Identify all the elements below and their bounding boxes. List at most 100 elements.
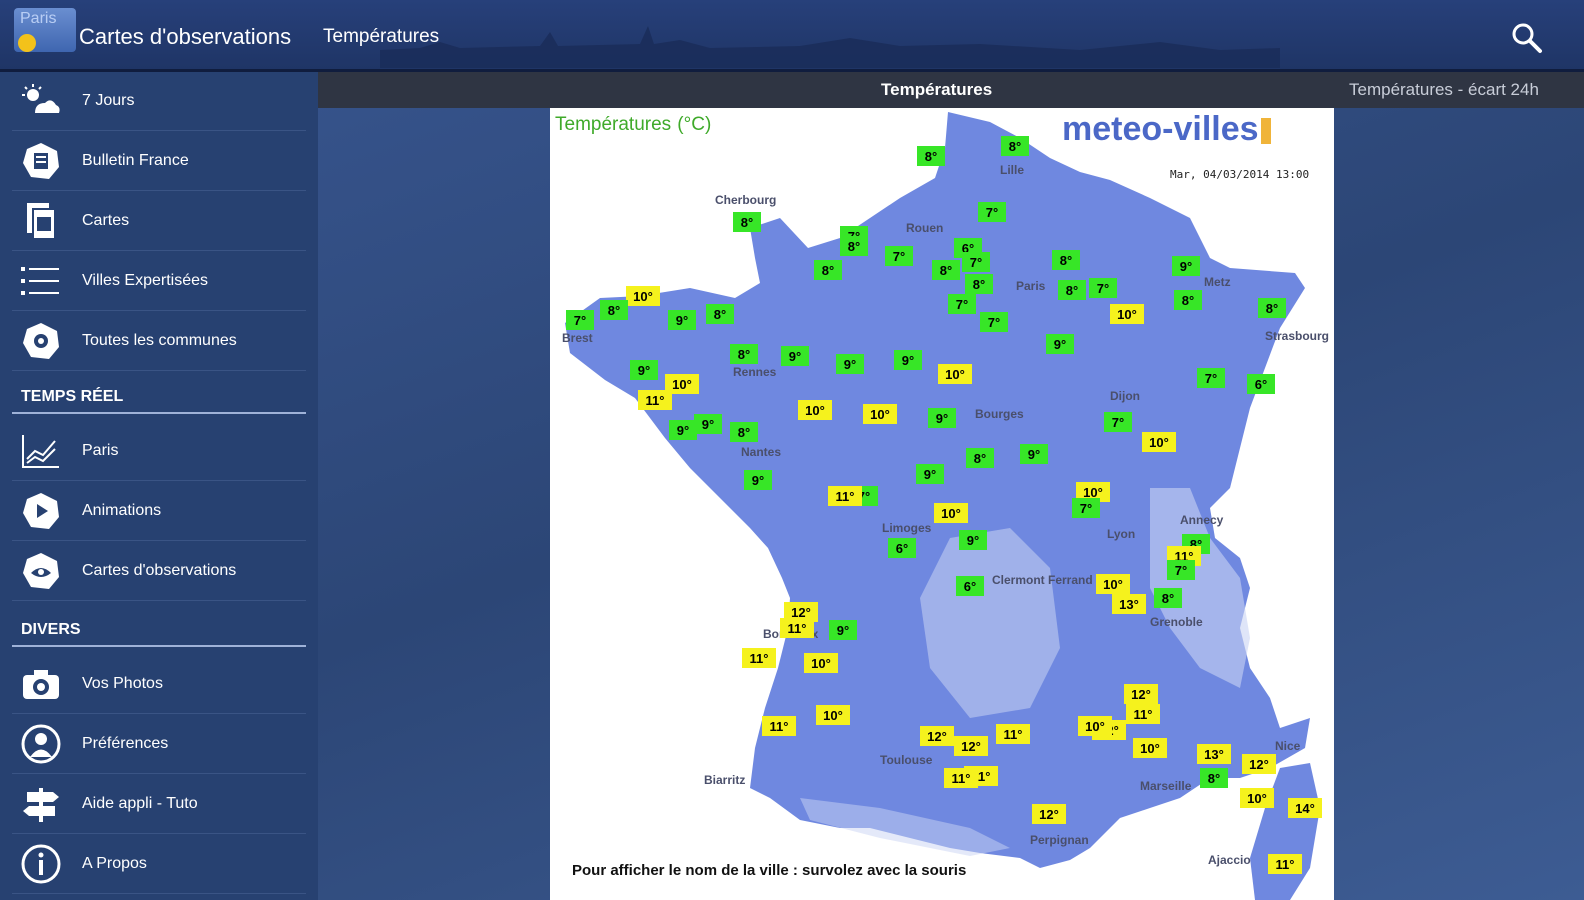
temperature-marker[interactable]: 8° (814, 260, 842, 280)
temperature-marker[interactable]: 9° (928, 408, 956, 428)
temperature-marker[interactable]: 11° (828, 486, 862, 506)
temperature-marker[interactable]: 9° (781, 346, 809, 366)
temperature-marker[interactable]: 10° (1078, 716, 1112, 736)
temperature-marker[interactable]: 8° (706, 304, 734, 324)
temperature-marker[interactable]: 8° (1052, 250, 1080, 270)
temperature-marker[interactable]: 9° (829, 620, 857, 640)
temperature-marker[interactable]: 7° (978, 202, 1006, 222)
city-label: Strasbourg (1265, 329, 1329, 343)
temperature-marker[interactable]: 8° (730, 422, 758, 442)
temperature-value: 11° (1134, 707, 1153, 722)
temperature-marker[interactable]: 13° (1112, 594, 1146, 614)
tab-temperatures[interactable]: Températures (881, 80, 992, 100)
temperature-marker[interactable]: 11° (742, 648, 776, 668)
temperature-marker[interactable]: 6° (956, 576, 984, 596)
tab-temperatures-ecart-24h[interactable]: Températures - écart 24h (1349, 80, 1539, 100)
menu-item-bulletin-france[interactable]: Bulletin France (12, 132, 306, 191)
temperature-marker[interactable]: 9° (916, 464, 944, 484)
temperature-marker[interactable]: 7° (885, 246, 913, 266)
temperature-marker[interactable]: 7° (980, 312, 1008, 332)
temperature-marker[interactable]: 8° (600, 300, 628, 320)
temperature-marker[interactable]: 8° (730, 344, 758, 364)
temperature-marker[interactable]: 10° (665, 374, 699, 394)
temperature-marker[interactable]: 7° (1089, 278, 1117, 298)
temperature-marker[interactable]: 8° (1001, 136, 1029, 156)
menu-item-toutes-les-communes[interactable]: Toutes les communes (12, 312, 306, 371)
temperature-marker[interactable]: 7° (1104, 412, 1132, 432)
menu-item-paris[interactable]: Paris (12, 422, 306, 481)
temperature-map[interactable]: Lille Cherbourg Rouen Paris Metz Strasbourg Br… (550, 108, 1334, 900)
header-tab-temperatures[interactable]: Températures (323, 26, 439, 48)
temperature-marker[interactable]: 8° (840, 236, 868, 256)
temperature-marker[interactable]: 10° (798, 400, 832, 420)
temperature-marker[interactable]: 10° (1240, 788, 1274, 808)
temperature-marker[interactable]: 9° (1046, 334, 1074, 354)
temperature-marker[interactable]: 7° (1167, 560, 1195, 580)
temperature-marker[interactable]: 8° (1200, 768, 1228, 788)
temperature-marker[interactable]: 10° (626, 286, 660, 306)
temperature-marker[interactable]: 10° (804, 653, 838, 673)
temperature-marker[interactable]: 11° (1268, 854, 1302, 874)
temperature-marker[interactable]: 10° (934, 503, 968, 523)
observations-icon (12, 549, 70, 593)
temperature-marker[interactable]: 10° (816, 705, 850, 725)
temperature-marker[interactable]: 8° (1174, 290, 1202, 310)
temperature-marker[interactable]: 9° (669, 420, 697, 440)
temperature-marker[interactable]: 7° (566, 310, 594, 330)
temperature-marker[interactable]: 8° (966, 448, 994, 468)
temperature-marker[interactable]: 12° (1032, 804, 1066, 824)
temperature-marker[interactable]: 11° (1126, 704, 1160, 724)
temperature-marker[interactable]: 10° (1096, 574, 1130, 594)
temperature-marker[interactable]: 9° (959, 530, 987, 550)
temperature-marker[interactable]: 11° (944, 768, 978, 788)
menu-item-vos-photos[interactable]: Vos Photos (12, 655, 306, 714)
temperature-marker[interactable]: 9° (1020, 444, 1048, 464)
temperature-marker[interactable]: 11° (762, 716, 796, 736)
temperature-marker[interactable]: 8° (965, 274, 993, 294)
temperature-marker[interactable]: 9° (694, 414, 722, 434)
temperature-marker[interactable]: 9° (1172, 256, 1200, 276)
temperature-marker[interactable]: 9° (630, 360, 658, 380)
temperature-marker[interactable]: 8° (917, 146, 945, 166)
temperature-marker[interactable]: 12° (954, 736, 988, 756)
temperature-marker[interactable]: 8° (1258, 298, 1286, 318)
menu-item-cartes-observations[interactable]: Cartes d'observations (12, 542, 306, 601)
temperature-marker[interactable]: 8° (932, 260, 960, 280)
temperature-marker[interactable]: 10° (1142, 432, 1176, 452)
temperature-marker[interactable]: 8° (1058, 280, 1086, 300)
temperature-marker[interactable]: 8° (733, 212, 761, 232)
temperature-marker[interactable]: 9° (744, 470, 772, 490)
temperature-marker[interactable]: 7° (1197, 368, 1225, 388)
menu-item-a-propos[interactable]: A Propos (12, 835, 306, 894)
menu-item-animations[interactable]: Animations (12, 482, 306, 541)
temperature-value: 9° (936, 411, 948, 426)
temperature-marker[interactable]: 11° (996, 724, 1030, 744)
search-icon[interactable] (1508, 20, 1548, 56)
menu-item-7-jours[interactable]: 7 Jours (12, 72, 306, 131)
temperature-marker[interactable]: 12° (1242, 754, 1276, 774)
temperature-marker[interactable]: 10° (938, 364, 972, 384)
temperature-marker[interactable]: 9° (836, 354, 864, 374)
temperature-marker[interactable]: 7° (1072, 498, 1100, 518)
temperature-marker[interactable]: 12° (920, 726, 954, 746)
temperature-marker[interactable]: 6° (1247, 374, 1275, 394)
temperature-marker[interactable]: 10° (1133, 738, 1167, 758)
app-logo[interactable]: Paris (14, 8, 76, 52)
temperature-marker[interactable]: 14° (1288, 798, 1322, 818)
temperature-marker[interactable]: 12° (1124, 684, 1158, 704)
menu-item-preferences[interactable]: Préférences (12, 715, 306, 774)
temperature-marker[interactable]: 8° (1154, 588, 1182, 608)
temperature-marker[interactable]: 13° (1197, 744, 1231, 764)
temperature-marker[interactable]: 10° (1110, 304, 1144, 324)
temperature-marker[interactable]: 7° (962, 252, 990, 272)
temperature-marker[interactable]: 9° (668, 310, 696, 330)
temperature-marker[interactable]: 6° (888, 538, 916, 558)
temperature-marker[interactable]: 10° (863, 404, 897, 424)
temperature-marker[interactable]: 7° (948, 294, 976, 314)
temperature-marker[interactable]: 11° (780, 618, 814, 638)
menu-item-cartes[interactable]: Cartes (12, 192, 306, 251)
menu-item-villes-expertisees[interactable]: Villes Expertisées (12, 252, 306, 311)
menu-item-aide-tuto[interactable]: Aide appli - Tuto (12, 775, 306, 834)
menu-item-label: Paris (82, 442, 119, 459)
temperature-marker[interactable]: 9° (894, 350, 922, 370)
